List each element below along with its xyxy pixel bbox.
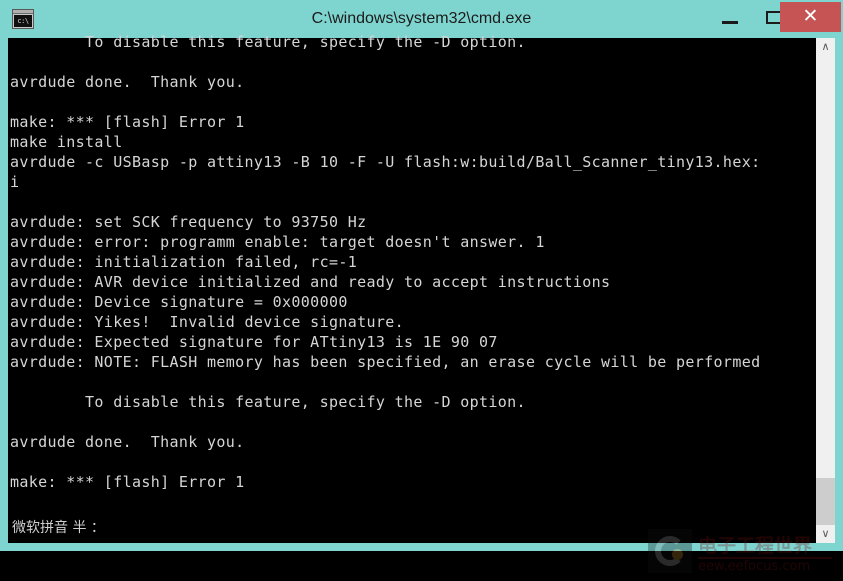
scrollbar-track[interactable] bbox=[816, 56, 835, 525]
ime-status-bar[interactable]: 微软拼音 半 ： bbox=[8, 505, 814, 543]
scrollbar-thumb[interactable] bbox=[816, 478, 835, 526]
close-icon: ✕ bbox=[802, 6, 819, 27]
cmd-window: c:\ C:\windows\system32\cmd.exe ✕ To dis… bbox=[0, 0, 843, 574]
console-output-text: To disable this feature, specify the -D … bbox=[10, 33, 761, 491]
minimize-button[interactable] bbox=[708, 2, 752, 32]
minimize-icon bbox=[722, 21, 738, 24]
scroll-up-arrow-icon[interactable]: ∧ bbox=[816, 38, 835, 56]
close-button[interactable]: ✕ bbox=[780, 2, 841, 32]
watermark-url: eew.eefocus.com bbox=[698, 559, 811, 574]
scroll-down-arrow-icon[interactable]: ∨ bbox=[816, 525, 835, 543]
vertical-scrollbar[interactable]: ∧ ∨ bbox=[816, 38, 835, 543]
watermark-divider bbox=[698, 557, 832, 559]
console-client-area[interactable]: To disable this feature, specify the -D … bbox=[8, 33, 835, 574]
